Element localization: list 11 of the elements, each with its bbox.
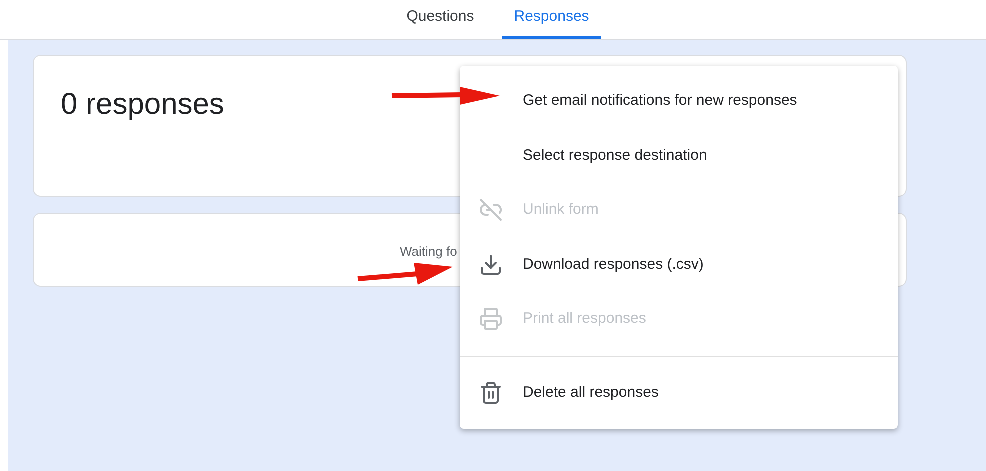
menu-item[interactable]: Get email notifications for new responses [460,74,898,128]
response-count: 0 responses [61,88,224,121]
printer-icon [479,307,503,332]
menu-item[interactable]: Download responses (.csv) [460,238,898,292]
menu-item[interactable]: Delete all responses [460,366,898,420]
trash-icon [479,380,503,405]
tab[interactable]: Questions [394,0,486,39]
waiting-text: Waiting fo [400,244,458,259]
unlink-icon [479,198,503,222]
menu-item[interactable]: Select response destination [460,128,898,183]
download-icon [479,252,503,277]
